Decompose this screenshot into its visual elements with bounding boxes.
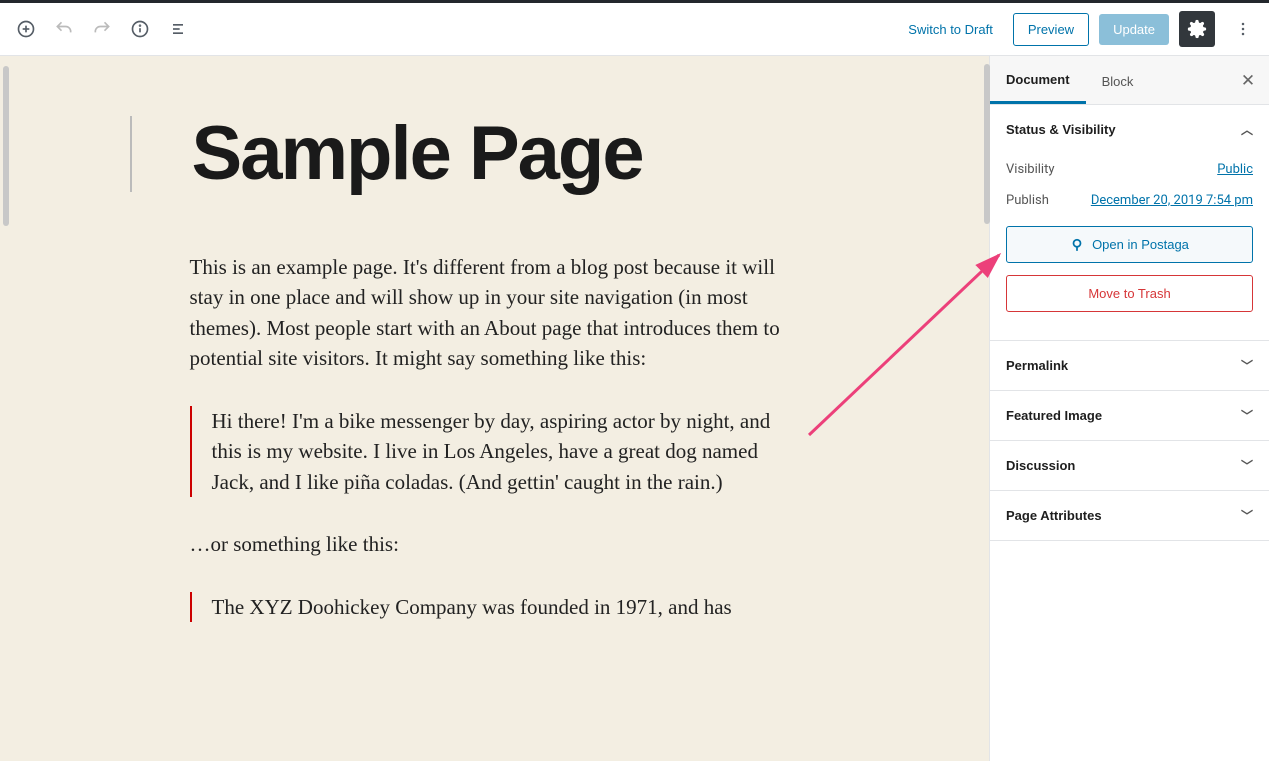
quote-block[interactable]: The XYZ Doohickey Company was founded in… (190, 592, 800, 622)
more-vertical-icon (1233, 19, 1253, 39)
undo-button[interactable] (46, 11, 82, 47)
move-to-trash-label: Move to Trash (1088, 286, 1170, 301)
section-title: Page Attributes (1006, 508, 1102, 523)
undo-icon (54, 19, 74, 39)
section-header-status[interactable]: Status & Visibility ︿ (990, 105, 1269, 154)
quote-text: Hi there! I'm a bike messenger by day, a… (212, 406, 800, 497)
page-title[interactable]: Sample Page (192, 116, 800, 192)
main-layout: Sample Page This is an example page. It'… (0, 56, 1269, 761)
paragraph-block[interactable]: This is an example page. It's different … (190, 252, 800, 374)
tab-block[interactable]: Block (1086, 56, 1150, 104)
section-body-status: Visibility Public Publish December 20, 2… (990, 154, 1269, 340)
section-header-discussion[interactable]: Discussion ﹀ (990, 441, 1269, 490)
info-button[interactable] (122, 11, 158, 47)
open-postaga-label: Open in Postaga (1092, 237, 1189, 252)
editor-content: Sample Page This is an example page. It'… (190, 56, 800, 622)
title-block[interactable]: Sample Page (130, 116, 800, 192)
settings-sidebar: Document Block ✕ Status & Visibility ︿ V… (989, 56, 1269, 761)
section-header-page-attributes[interactable]: Page Attributes ﹀ (990, 491, 1269, 540)
toolbar-left (8, 11, 196, 47)
toolbar-right: Switch to Draft Preview Update (898, 11, 1261, 47)
gear-icon (1187, 19, 1207, 39)
editor-top-bar: Switch to Draft Preview Update (0, 0, 1269, 56)
section-page-attributes: Page Attributes ﹀ (990, 491, 1269, 541)
section-permalink: Permalink ﹀ (990, 341, 1269, 391)
section-header-permalink[interactable]: Permalink ﹀ (990, 341, 1269, 390)
chevron-down-icon: ﹀ (1241, 507, 1253, 524)
postaga-icon (1070, 238, 1084, 252)
visibility-label: Visibility (1006, 162, 1055, 177)
section-title: Permalink (1006, 358, 1068, 373)
scrollbar-thumb[interactable] (3, 66, 9, 226)
visibility-value-link[interactable]: Public (1217, 162, 1253, 177)
quote-text: The XYZ Doohickey Company was founded in… (212, 592, 800, 622)
section-status-visibility: Status & Visibility ︿ Visibility Public … (990, 105, 1269, 341)
section-featured-image: Featured Image ﹀ (990, 391, 1269, 441)
visibility-row: Visibility Public (1006, 154, 1253, 185)
tab-document[interactable]: Document (990, 56, 1086, 104)
open-postaga-button[interactable]: Open in Postaga (1006, 226, 1253, 263)
publish-label: Publish (1006, 193, 1049, 208)
plus-circle-icon (16, 19, 36, 39)
chevron-down-icon: ﹀ (1241, 407, 1253, 424)
update-button[interactable]: Update (1099, 14, 1169, 45)
publish-row: Publish December 20, 2019 7:54 pm (1006, 185, 1253, 216)
sidebar-tabs: Document Block ✕ (990, 56, 1269, 105)
quote-block[interactable]: Hi there! I'm a bike messenger by day, a… (190, 406, 800, 497)
switch-to-draft-button[interactable]: Switch to Draft (898, 14, 1003, 45)
section-header-featured-image[interactable]: Featured Image ﹀ (990, 391, 1269, 440)
section-title: Discussion (1006, 458, 1075, 473)
more-options-button[interactable] (1225, 11, 1261, 47)
publish-value-link[interactable]: December 20, 2019 7:54 pm (1091, 193, 1253, 208)
preview-button[interactable]: Preview (1013, 13, 1089, 46)
section-discussion: Discussion ﹀ (990, 441, 1269, 491)
settings-button[interactable] (1179, 11, 1215, 47)
paragraph-block[interactable]: …or something like this: (190, 529, 800, 559)
section-title: Featured Image (1006, 408, 1102, 423)
redo-button[interactable] (84, 11, 120, 47)
list-icon (168, 19, 188, 39)
chevron-down-icon: ﹀ (1241, 357, 1253, 374)
move-to-trash-button[interactable]: Move to Trash (1006, 275, 1253, 312)
chevron-down-icon: ﹀ (1241, 457, 1253, 474)
info-icon (130, 19, 150, 39)
section-title: Status & Visibility (1006, 122, 1116, 137)
editor-canvas[interactable]: Sample Page This is an example page. It'… (0, 56, 989, 761)
close-icon: ✕ (1241, 71, 1255, 90)
close-sidebar-button[interactable]: ✕ (1233, 66, 1263, 96)
chevron-up-icon: ︿ (1241, 121, 1253, 138)
outline-button[interactable] (160, 11, 196, 47)
add-block-button[interactable] (8, 11, 44, 47)
redo-icon (92, 19, 112, 39)
page-body: This is an example page. It's different … (190, 252, 800, 622)
